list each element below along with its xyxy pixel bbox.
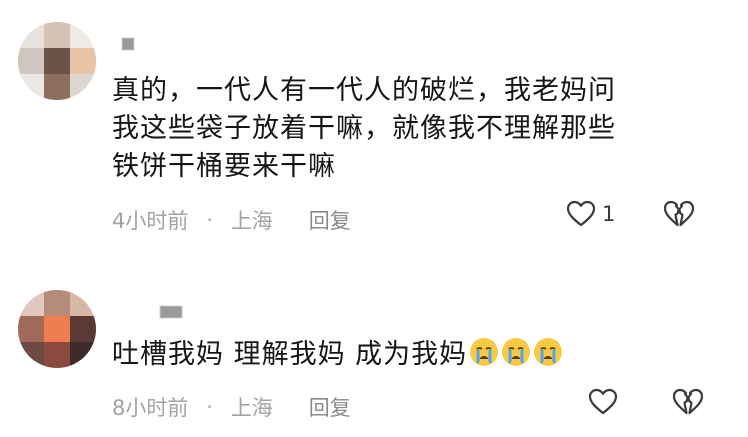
comment-time: 8小时前: [112, 396, 189, 420]
heart-outline-icon: [588, 388, 618, 416]
comment-meta: 4小时前 · 上海 回复: [112, 205, 351, 235]
comment-item: 吐槽我妈 理解我妈 成为我妈 8小时前 · 上海 回复: [0, 260, 748, 437]
comment-location: 上海: [230, 209, 273, 233]
broken-heart-icon: [663, 200, 695, 228]
username-redacted[interactable]: [160, 306, 182, 318]
comment-actions: [588, 388, 704, 416]
like-button[interactable]: 1: [566, 200, 615, 228]
meta-separator: ·: [206, 208, 213, 232]
comment-actions: 1: [566, 200, 695, 228]
comment-meta: 8小时前 · 上海 回复: [112, 392, 351, 422]
comment-item: 真的，一代人有一代人的破烂，我老妈问 我这些袋子放着干嘛，就像我不理解那些 铁饼…: [0, 0, 748, 260]
meta-separator: ·: [206, 395, 213, 419]
comment-location: 上海: [230, 396, 273, 420]
dislike-button[interactable]: [672, 388, 704, 416]
like-button[interactable]: [588, 388, 618, 416]
comment-text: 真的，一代人有一代人的破烂，我老妈问 我这些袋子放着干嘛，就像我不理解那些 铁饼…: [112, 72, 616, 186]
avatar[interactable]: [18, 22, 96, 100]
username-redacted[interactable]: [122, 38, 134, 50]
like-count: 1: [602, 202, 616, 226]
crying-face-emoji: [470, 338, 499, 366]
comment-text-line: 铁饼干桶要来干嘛: [112, 151, 336, 182]
crying-face-emoji: [502, 338, 531, 366]
crying-face-emoji: [534, 338, 563, 366]
emoji-row: [467, 338, 563, 370]
comment-text: 吐槽我妈 理解我妈 成为我妈: [112, 336, 563, 374]
avatar[interactable]: [18, 290, 96, 368]
reply-button[interactable]: 回复: [309, 205, 351, 235]
comment-time: 4小时前: [112, 209, 189, 233]
comment-text-line: 吐槽我妈 理解我妈 成为我妈: [112, 339, 468, 370]
reply-button[interactable]: 回复: [309, 392, 351, 422]
heart-outline-icon: [566, 200, 596, 228]
dislike-button[interactable]: [663, 200, 695, 228]
comment-text-line: 真的，一代人有一代人的破烂，我老妈问: [112, 75, 616, 106]
broken-heart-icon: [672, 388, 704, 416]
comment-text-line: 我这些袋子放着干嘛，就像我不理解那些: [112, 113, 616, 144]
